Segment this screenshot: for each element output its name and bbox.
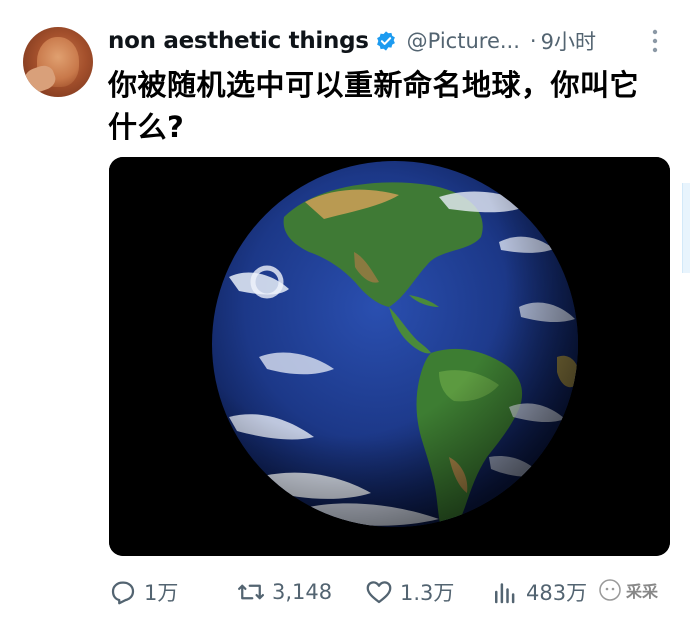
like-icon — [366, 581, 392, 604]
views-button[interactable]: 483万 — [490, 572, 587, 612]
post-image[interactable] — [109, 157, 670, 556]
post-timestamp[interactable]: 9小时 — [541, 26, 596, 56]
scrollbar[interactable] — [682, 183, 690, 273]
retweet-button[interactable]: 3,148 — [236, 572, 332, 612]
reply-count: 1万 — [144, 581, 179, 605]
post-text: 你被随机选中可以重新命名地球，你叫它什么? — [108, 68, 640, 144]
views-icon — [495, 583, 515, 604]
like-button[interactable]: 1.3万 — [364, 572, 454, 612]
author-avatar[interactable] — [23, 27, 93, 97]
like-count: 1.3万 — [400, 581, 455, 605]
more-options-icon[interactable] — [650, 28, 660, 54]
earth-image — [109, 157, 670, 556]
retweet-icon — [238, 584, 264, 600]
retweet-count: 3,148 — [272, 580, 333, 604]
watermark: 采采 — [598, 578, 658, 602]
watermark-text: 采采 — [626, 582, 659, 601]
wechat-logo-icon — [599, 579, 621, 601]
author-name[interactable]: non aesthetic things — [108, 28, 369, 54]
author-handle[interactable]: @Picture... — [407, 29, 520, 53]
separator-dot: · — [529, 29, 537, 53]
verified-badge-icon — [376, 31, 395, 51]
post-header: non aesthetic things @Picture... · 9小时 — [108, 26, 668, 56]
reply-button[interactable]: 1万 — [108, 572, 178, 612]
reply-icon — [111, 581, 135, 605]
views-count: 483万 — [526, 581, 588, 605]
